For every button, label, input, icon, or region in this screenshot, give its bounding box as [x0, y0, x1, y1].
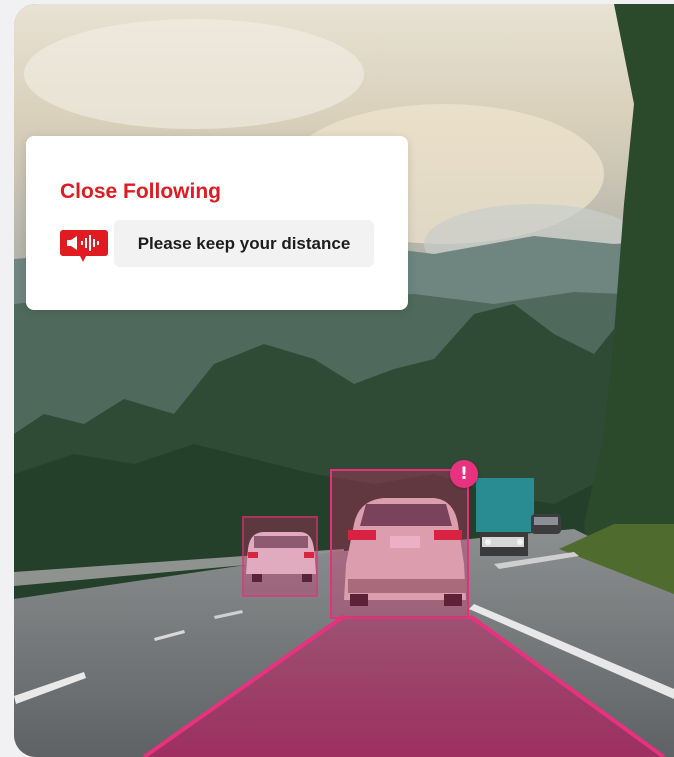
dashcam-view: ! [14, 4, 674, 757]
road-scene-image [14, 4, 674, 757]
alert-title: Close Following [60, 180, 221, 203]
alert-message-box: Please keep your distance [114, 220, 374, 267]
close-following-alert-card: Close Following Please keep your distanc… [26, 136, 408, 310]
lead-vehicle-detection-box [330, 469, 469, 619]
vehicle-detection-box [242, 516, 318, 597]
warning-badge[interactable]: ! [450, 460, 478, 488]
alert-message: Please keep your distance [137, 234, 351, 253]
speaker-alert-icon[interactable] [60, 230, 108, 264]
